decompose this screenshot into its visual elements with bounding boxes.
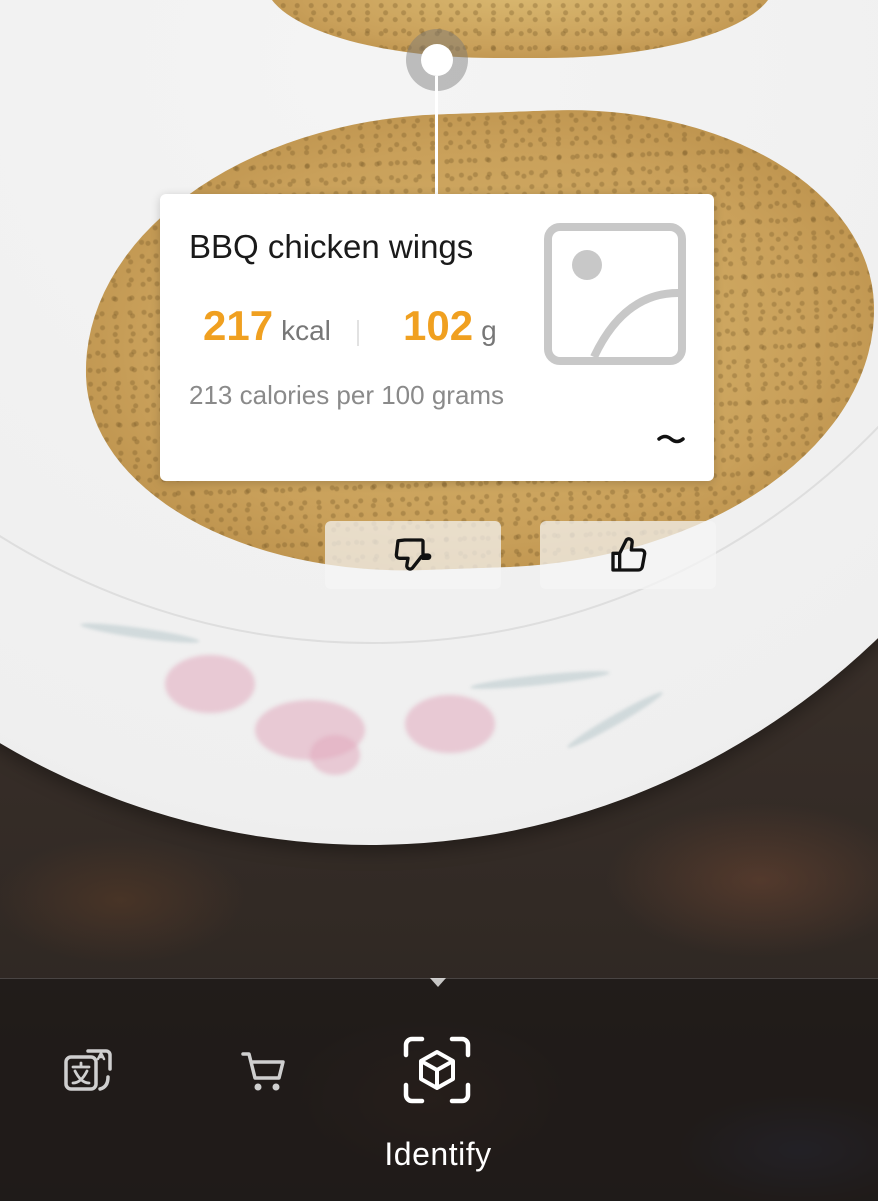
toolbar-indicator-caret xyxy=(430,978,446,987)
weight-unit: g xyxy=(481,315,497,346)
anchor-connector xyxy=(435,76,438,194)
translate-mode-button[interactable] xyxy=(60,1043,116,1099)
food-info-card[interactable]: BBQ chicken wings 217 kcal 102 g 213 calor… xyxy=(160,194,714,481)
thumbs-up-icon xyxy=(611,537,647,572)
weight-value: 102 xyxy=(403,302,474,349)
calories-metric: 217 kcal xyxy=(203,302,331,350)
dislike-button[interactable] xyxy=(325,521,501,589)
calorie-density: 213 calories per 100 grams xyxy=(189,380,505,410)
plate-pattern-flower xyxy=(310,735,360,775)
weight-metric: 102 g xyxy=(403,302,497,350)
identify-object-icon xyxy=(403,1036,471,1104)
detection-anchor-dot xyxy=(421,44,453,76)
food-name: BBQ chicken wings xyxy=(189,228,474,265)
shopping-cart-icon xyxy=(241,1052,285,1091)
identify-mode-button[interactable] xyxy=(400,1033,474,1107)
calories-unit: kcal xyxy=(281,315,331,346)
chevron-icon[interactable] xyxy=(656,430,686,450)
shopping-mode-button[interactable] xyxy=(236,1043,292,1099)
translate-icon xyxy=(64,1049,112,1091)
calories-value: 217 xyxy=(203,302,274,349)
plate-pattern-flower xyxy=(165,655,255,713)
active-mode-label: Identify xyxy=(384,1136,492,1172)
plate-pattern-flower xyxy=(405,695,495,753)
image-placeholder-icon xyxy=(544,223,686,365)
thumbs-down-icon xyxy=(394,538,432,571)
like-button[interactable] xyxy=(540,521,716,589)
metric-divider xyxy=(357,320,359,346)
